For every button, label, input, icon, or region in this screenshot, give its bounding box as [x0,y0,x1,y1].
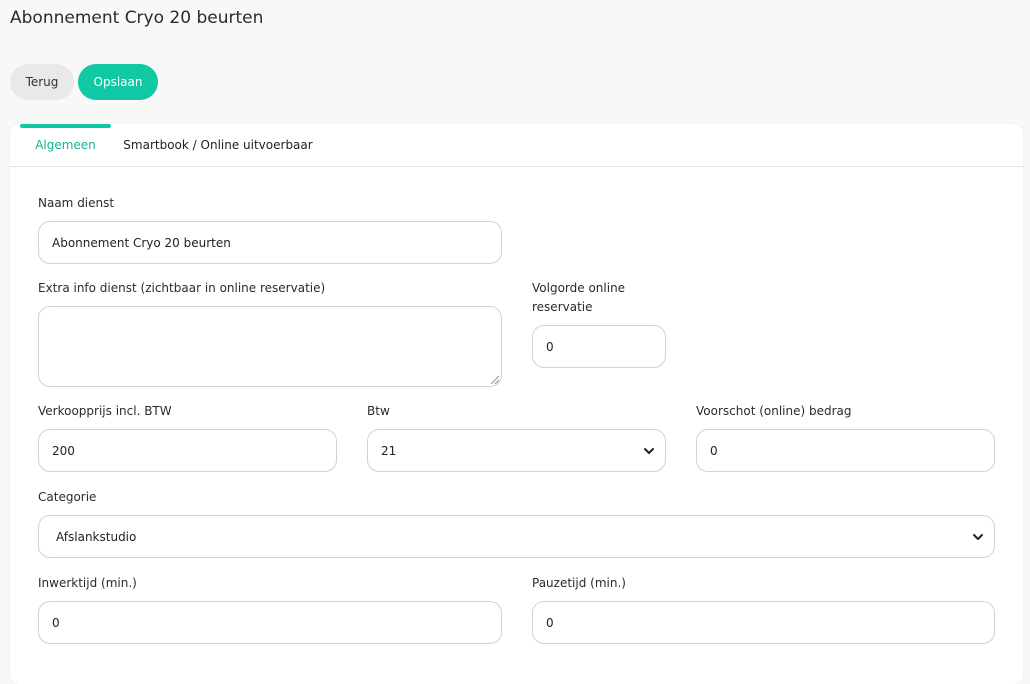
active-tab-indicator [20,124,111,128]
order-field[interactable]: 0 [532,325,666,368]
tab-bar: Algemeen Smartbook / Online uitvoerbaar [10,124,1023,167]
chevron-down-icon [973,534,983,540]
category-select[interactable]: Afslankstudio [38,515,995,558]
pause-time-label: Pauzetijd (min.) [532,576,626,590]
name-label: Naam dienst [38,196,115,210]
tab-smartbook[interactable]: Smartbook / Online uitvoerbaar [118,124,318,166]
deposit-value: 0 [710,443,718,458]
order-label-line1: Volgorde online [532,281,626,295]
work-time-value: 0 [52,615,60,630]
tab-smartbook-label: Smartbook / Online uitvoerbaar [123,138,313,152]
order-label: Volgorde online reservatie [532,279,625,317]
order-value: 0 [546,339,554,354]
work-time-label: Inwerktijd (min.) [38,576,137,590]
vat-label: Btw [367,404,390,418]
extra-info-textarea[interactable] [38,306,502,387]
category-value: Afslankstudio [56,529,137,544]
category-label: Categorie [38,490,97,504]
save-button[interactable]: Opslaan [78,64,158,100]
price-field[interactable]: 200 [38,429,337,472]
service-form-card: Algemeen Smartbook / Online uitvoerbaar … [10,124,1023,684]
chevron-down-icon [644,448,654,454]
price-label: Verkoopprijs incl. BTW [38,404,172,418]
vat-value: 21 [381,443,397,458]
name-value: Abonnement Cryo 20 beurten [52,235,231,250]
deposit-label: Voorschot (online) bedrag [696,404,852,418]
deposit-field[interactable]: 0 [696,429,995,472]
pause-time-field[interactable]: 0 [532,601,995,644]
name-field[interactable]: Abonnement Cryo 20 beurten [38,221,502,264]
tab-general[interactable]: Algemeen [20,124,111,166]
vat-select[interactable]: 21 [367,429,666,472]
resize-handle-icon[interactable] [491,376,499,384]
pause-time-value: 0 [546,615,554,630]
work-time-field[interactable]: 0 [38,601,502,644]
extra-info-label: Extra info dienst (zichtbaar in online r… [38,281,326,295]
back-button[interactable]: Terug [10,64,74,100]
tab-general-label: Algemeen [35,138,96,152]
page-title: Abonnement Cryo 20 beurten [10,8,264,28]
order-label-line2: reservatie [532,300,593,314]
price-value: 200 [52,443,75,458]
